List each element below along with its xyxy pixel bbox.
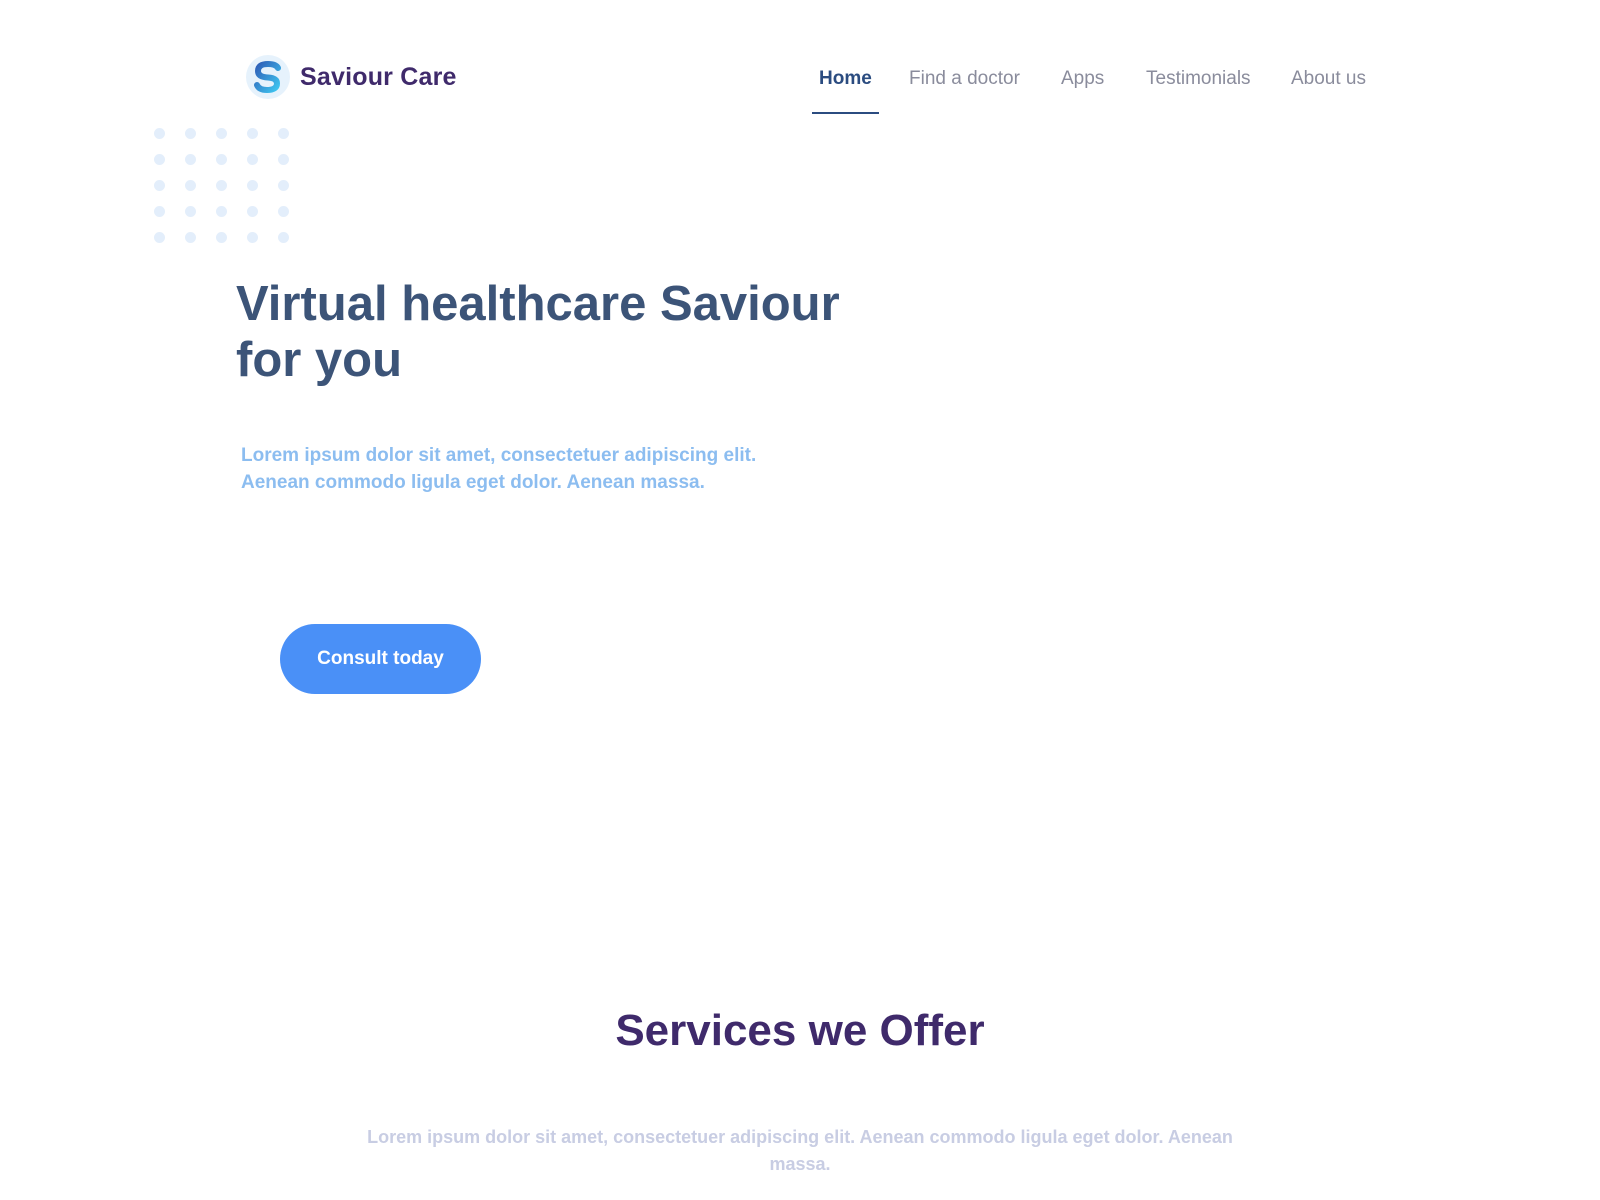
nav-item-find-a-doctor[interactable]: Find a doctor — [909, 68, 1020, 90]
consult-today-button[interactable]: Consult today — [280, 624, 481, 694]
hero-subtitle-line-1: Lorem ipsum dolor sit amet, consectetuer… — [241, 445, 757, 466]
hero-subtitle: Lorem ipsum dolor sit amet, consectetuer… — [241, 442, 781, 496]
hero-subtitle-line-2: Aenean commodo ligula eget dolor. Aenean… — [241, 472, 705, 493]
main-nav: Home Find a doctor Apps Testimonials Abo… — [0, 68, 1600, 116]
hero-title-line-1: Virtual healthcare Saviour — [236, 277, 840, 331]
nav-item-about-us[interactable]: About us — [1291, 68, 1366, 90]
hero-title-line-2: for you — [236, 333, 403, 387]
nav-item-home[interactable]: Home — [819, 68, 872, 90]
services-title: Services we Offer — [615, 1006, 985, 1055]
nav-item-testimonials[interactable]: Testimonials — [1146, 68, 1251, 90]
active-nav-indicator — [812, 112, 879, 114]
nav-item-apps[interactable]: Apps — [1061, 68, 1104, 90]
hero-title: Virtual healthcare Saviour for you — [236, 276, 876, 388]
services-subtitle: Lorem ipsum dolor sit amet, consectetuer… — [367, 1127, 1233, 1174]
